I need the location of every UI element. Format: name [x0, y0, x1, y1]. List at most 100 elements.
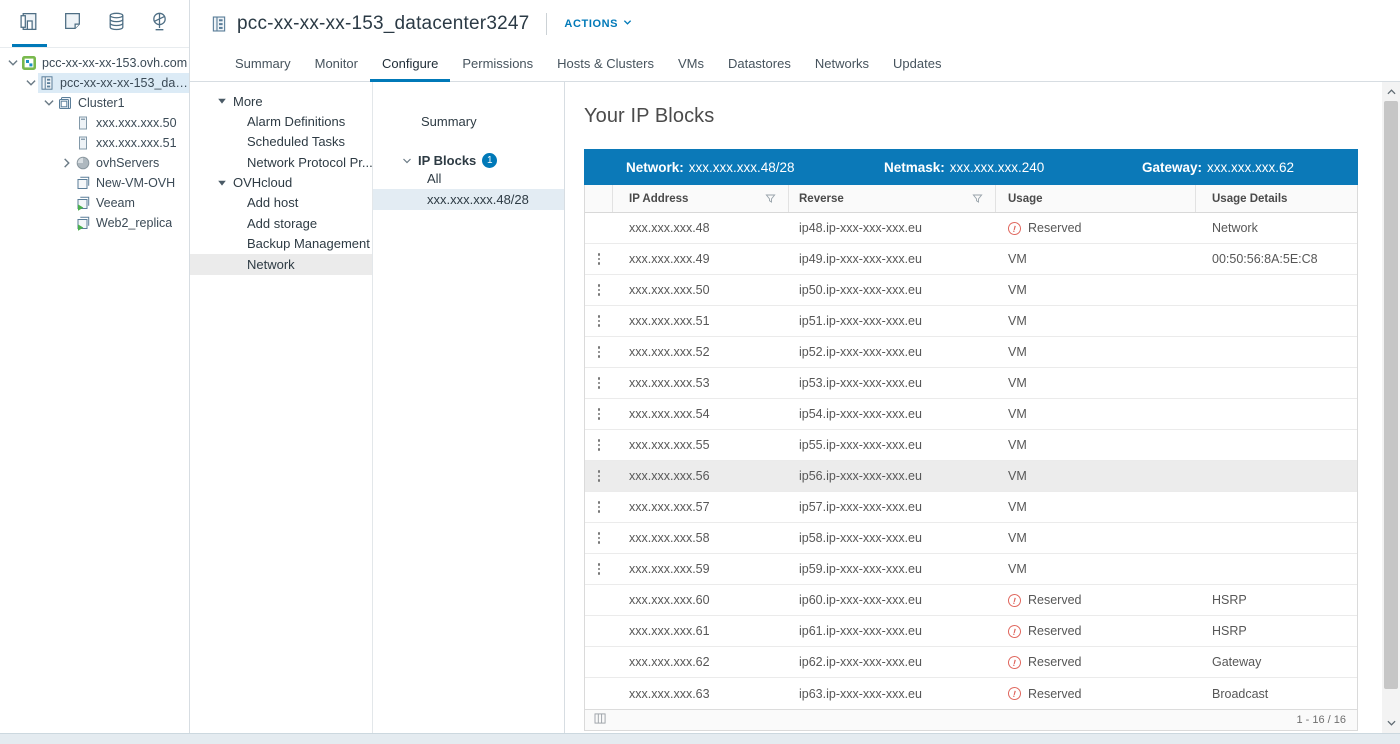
tree-item[interactable]: Web2_replica [0, 213, 189, 233]
tab-networks[interactable]: Networks [803, 48, 881, 82]
tree-item[interactable]: Veeam [0, 193, 189, 213]
filter-icon[interactable] [972, 193, 983, 204]
table-row[interactable]: xxx.xxx.xxx.63ip63.ip-xxx-xxx-xxx.eu!Res… [585, 678, 1357, 709]
ip-address-cell: xxx.xxx.xxx.58 [613, 531, 789, 545]
usage-details-cell: Broadcast [1196, 687, 1357, 701]
info-gateway: Gateway:xxx.xxx.xxx.62 [1100, 160, 1358, 175]
nav-item-alarm-definitions[interactable]: Alarm Definitions [190, 111, 372, 132]
tab-hosts-clusters[interactable]: Hosts & Clusters [545, 48, 666, 82]
kebab-menu-icon[interactable] [598, 408, 601, 420]
table-body: xxx.xxx.xxx.48ip48.ip-xxx-xxx-xxx.eu!Res… [585, 213, 1357, 709]
row-menu-cell [585, 563, 613, 575]
tree-item[interactable]: xxx.xxx.xxx.50 [0, 113, 189, 133]
inventory-tab-hosts-and-clusters[interactable] [12, 0, 47, 47]
tab-monitor[interactable]: Monitor [303, 48, 370, 82]
nav-item-summary[interactable]: Summary [421, 114, 564, 129]
tree-item[interactable]: xxx.xxx.xxx.51 [0, 133, 189, 153]
tab-summary[interactable]: Summary [223, 48, 303, 82]
vm-icon [75, 175, 91, 191]
kebab-menu-icon[interactable] [598, 501, 601, 513]
table-row[interactable]: xxx.xxx.xxx.54ip54.ip-xxx-xxx-xxx.euVM [585, 399, 1357, 430]
table-row[interactable]: xxx.xxx.xxx.61ip61.ip-xxx-xxx-xxx.eu!Res… [585, 616, 1357, 647]
tree-item-label: pcc-xx-xx-xx-153_datac... [60, 76, 189, 90]
page-title: pcc-xx-xx-xx-153_datacenter3247 [237, 13, 529, 35]
nav-item-backup-management[interactable]: Backup Management [190, 234, 372, 255]
tree-item[interactable]: pcc-xx-xx-xx-153_datac... [0, 73, 189, 93]
table-row[interactable]: xxx.xxx.xxx.53ip53.ip-xxx-xxx-xxx.euVM [585, 368, 1357, 399]
table-row[interactable]: xxx.xxx.xxx.56ip56.ip-xxx-xxx-xxx.euVM [585, 461, 1357, 492]
row-menu-cell [585, 470, 613, 482]
inventory-tab-vms-and-templates[interactable] [55, 0, 90, 47]
reverse-cell: ip63.ip-xxx-xxx-xxx.eu [789, 687, 996, 701]
nav-item-add-host[interactable]: Add host [190, 193, 372, 214]
ip-block-item[interactable]: All [373, 168, 564, 189]
chevron-down-icon[interactable] [24, 76, 38, 90]
scrollbar-thumb[interactable] [1384, 101, 1398, 689]
nav-item-add-storage[interactable]: Add storage [190, 213, 372, 234]
column-chooser-icon[interactable] [594, 713, 607, 727]
pagination-range: 1 - 16 / 16 [1296, 714, 1346, 726]
nav-item-scheduled-tasks[interactable]: Scheduled Tasks [190, 132, 372, 153]
nav-item-network[interactable]: Network [190, 254, 372, 275]
table-row[interactable]: xxx.xxx.xxx.48ip48.ip-xxx-xxx-xxx.eu!Res… [585, 213, 1357, 244]
tree-item[interactable]: New-VM-OVH [0, 173, 189, 193]
chevron-spacer [60, 196, 74, 210]
kebab-menu-icon[interactable] [598, 470, 601, 482]
table-row[interactable]: xxx.xxx.xxx.62ip62.ip-xxx-xxx-xxx.eu!Res… [585, 647, 1357, 678]
nav-item-network-protocol-pr-[interactable]: Network Protocol Pr... [190, 152, 372, 173]
kebab-menu-icon[interactable] [598, 377, 601, 389]
tree-item[interactable]: pcc-xx-xx-xx-153.ovh.com [0, 53, 189, 73]
ip-address-cell: xxx.xxx.xxx.52 [613, 345, 789, 359]
table-row[interactable]: xxx.xxx.xxx.52ip52.ip-xxx-xxx-xxx.euVM [585, 337, 1357, 368]
ip-blocks-content: Your IP Blocks Network:xxx.xxx.xxx.48/28… [565, 82, 1380, 733]
filter-icon[interactable] [765, 193, 776, 204]
nav-group-more[interactable]: More [190, 91, 372, 111]
row-menu-cell [585, 253, 613, 265]
kebab-menu-icon[interactable] [598, 253, 601, 265]
kebab-menu-icon[interactable] [598, 315, 601, 327]
tree-item[interactable]: Cluster1 [0, 93, 189, 113]
kebab-menu-icon[interactable] [598, 563, 601, 575]
reverse-cell: ip62.ip-xxx-xxx-xxx.eu [789, 655, 996, 669]
vertical-scrollbar[interactable] [1382, 82, 1400, 733]
kebab-menu-icon[interactable] [598, 532, 601, 544]
cluster-icon [57, 95, 73, 111]
table-row[interactable]: xxx.xxx.xxx.51ip51.ip-xxx-xxx-xxx.euVM [585, 306, 1357, 337]
nav-group-ovhcloud[interactable]: OVHcloud [190, 173, 372, 193]
chevron-down-icon[interactable] [42, 96, 56, 110]
title-actions-divider [546, 13, 547, 35]
table-row[interactable]: xxx.xxx.xxx.57ip57.ip-xxx-xxx-xxx.euVM [585, 492, 1357, 523]
tree-item[interactable]: ovhServers [0, 153, 189, 173]
kebab-menu-icon[interactable] [598, 346, 601, 358]
reverse-cell: ip52.ip-xxx-xxx-xxx.eu [789, 345, 996, 359]
chevron-right-icon[interactable] [60, 156, 74, 170]
table-row[interactable]: xxx.xxx.xxx.58ip58.ip-xxx-xxx-xxx.euVM [585, 523, 1357, 554]
tab-updates[interactable]: Updates [881, 48, 953, 82]
usage-details-cell: 00:50:56:8A:5E:C8 [1196, 252, 1357, 266]
tab-permissions[interactable]: Permissions [450, 48, 545, 82]
reverse-cell: ip54.ip-xxx-xxx-xxx.eu [789, 407, 996, 421]
tree-item-body: Web2_replica [74, 213, 189, 233]
chevron-down-icon[interactable] [6, 56, 20, 70]
tree-item-body: Cluster1 [56, 93, 189, 113]
scroll-down-icon[interactable] [1382, 715, 1400, 731]
tab-vms[interactable]: VMs [666, 48, 716, 82]
inventory-tab-networks[interactable] [142, 0, 177, 47]
ip-block-item[interactable]: xxx.xxx.xxx.48/28 [373, 189, 564, 210]
table-row[interactable]: xxx.xxx.xxx.55ip55.ip-xxx-xxx-xxx.euVM [585, 430, 1357, 461]
actions-button[interactable]: ACTIONS [564, 18, 632, 30]
scroll-up-icon[interactable] [1382, 84, 1400, 100]
table-row[interactable]: xxx.xxx.xxx.50ip50.ip-xxx-xxx-xxx.euVM [585, 275, 1357, 306]
inventory-tab-storage[interactable] [99, 0, 134, 47]
triangle-down-icon [217, 96, 227, 106]
tree-item-label: pcc-xx-xx-xx-153.ovh.com [42, 56, 187, 70]
tab-configure[interactable]: Configure [370, 48, 450, 82]
table-row[interactable]: xxx.xxx.xxx.59ip59.ip-xxx-xxx-xxx.euVM [585, 554, 1357, 585]
kebab-menu-icon[interactable] [598, 439, 601, 451]
table-row[interactable]: xxx.xxx.xxx.49ip49.ip-xxx-xxx-xxx.euVM00… [585, 244, 1357, 275]
tab-datastores[interactable]: Datastores [716, 48, 803, 82]
table-row[interactable]: xxx.xxx.xxx.60ip60.ip-xxx-xxx-xxx.eu!Res… [585, 585, 1357, 616]
ip-blocks-section[interactable]: IP Blocks 1 [373, 153, 564, 168]
kebab-menu-icon[interactable] [598, 284, 601, 296]
info-network: Network:xxx.xxx.xxx.48/28 [584, 160, 842, 175]
